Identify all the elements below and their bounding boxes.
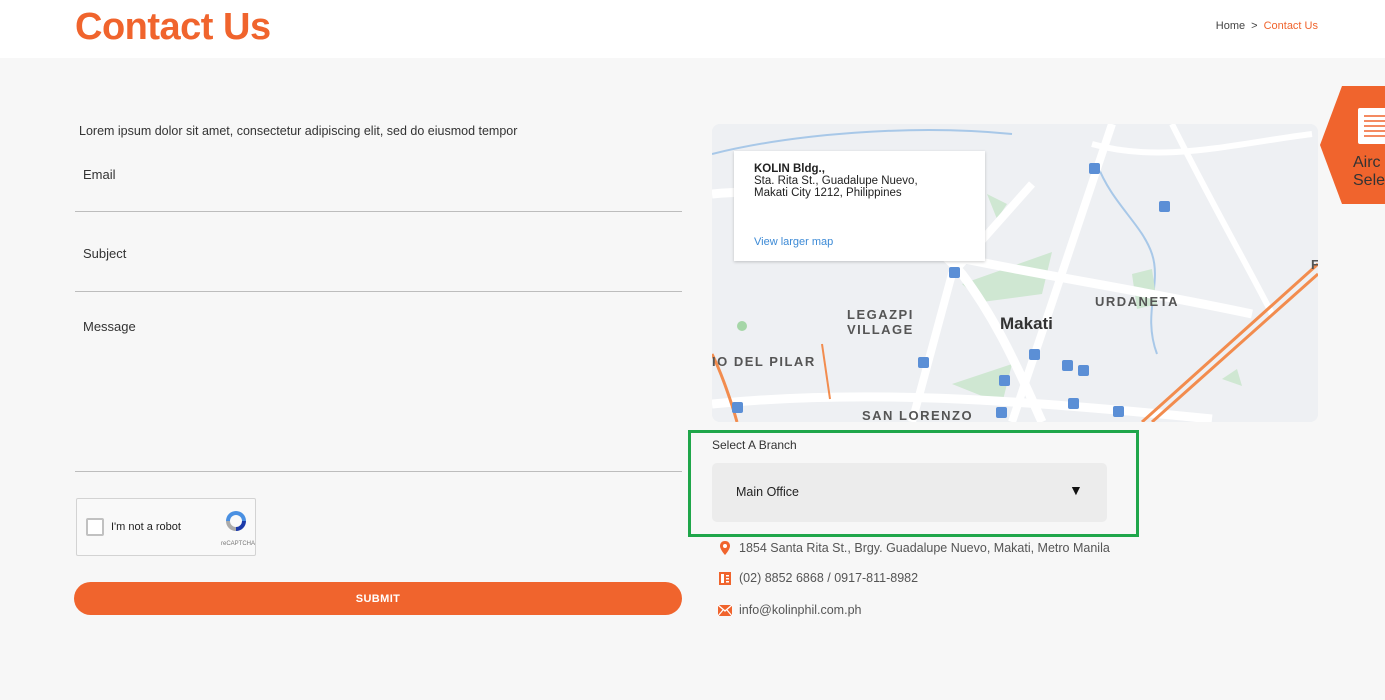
email-field[interactable]: Email <box>75 160 682 212</box>
recaptcha-widget: I'm not a robot reCAPTCHA <box>76 498 256 556</box>
map-label-legazpi: LEGAZPI VILLAGE <box>847 307 914 337</box>
page-title: Contact Us <box>75 6 271 48</box>
recaptcha-logo-icon <box>226 511 246 531</box>
breadcrumb-current: Contact Us <box>1263 20 1318 32</box>
location-pin-icon <box>720 541 730 555</box>
contact-address: 1854 Santa Rita St., Brgy. Guadalupe Nue… <box>717 540 1110 556</box>
contact-email-link[interactable]: info@kolinphil.com.ph <box>739 603 861 617</box>
contact-address-text: 1854 Santa Rita St., Brgy. Guadalupe Nue… <box>739 541 1110 555</box>
map-label-legazpi-line2: VILLAGE <box>847 322 914 337</box>
map-label-makati: Makati <box>1000 314 1053 333</box>
phone-icon <box>719 572 731 585</box>
map-label-edge: F <box>1311 257 1318 272</box>
contact-email: info@kolinphil.com.ph <box>717 602 861 618</box>
breadcrumb-home-link[interactable]: Home <box>1216 20 1245 32</box>
map-embed[interactable]: LEGAZPI VILLAGE Makati URDANETA IO DEL P… <box>712 124 1318 422</box>
breadcrumb-separator: > <box>1251 20 1258 32</box>
form-intro-text: Lorem ipsum dolor sit amet, consectetur … <box>79 124 518 138</box>
message-label: Message <box>83 319 136 334</box>
map-address-line2: Makati City 1212, Philippines <box>754 187 902 199</box>
contact-phone-text: (02) 8852 6868 / 0917-811-8982 <box>739 571 919 585</box>
aircon-selector-line1: Airc <box>1353 154 1381 171</box>
map-info-card: KOLIN Bldg., Sta. Rita St., Guadalupe Nu… <box>734 151 985 261</box>
view-larger-map-link[interactable]: View larger map <box>754 236 833 248</box>
email-label: Email <box>83 167 116 182</box>
contact-phone: (02) 8852 6868 / 0917-811-8982 <box>717 570 918 586</box>
aircon-selector-label[interactable]: Airc Selec <box>1353 154 1385 190</box>
page-header: Contact Us Home > Contact Us <box>0 0 1385 58</box>
subject-label: Subject <box>83 246 127 261</box>
recaptcha-label: I'm not a robot <box>111 521 181 533</box>
subject-field[interactable]: Subject <box>75 240 682 292</box>
map-place-name: KOLIN Bldg., <box>754 163 825 175</box>
map-label-legazpi-line1: LEGAZPI <box>847 307 914 322</box>
aircon-selector-line2: Selec <box>1353 172 1385 189</box>
message-field[interactable]: Message <box>75 310 682 472</box>
recaptcha-checkbox[interactable] <box>86 518 104 536</box>
map-label-san-lorenzo: SAN LORENZO <box>862 408 974 422</box>
branch-highlight-box <box>688 430 1139 537</box>
map-label-del-pilar: IO DEL PILAR <box>712 354 816 369</box>
submit-button[interactable]: SUBMIT <box>74 582 682 615</box>
mail-icon <box>717 604 733 617</box>
map-label-urdaneta: URDANETA <box>1095 294 1179 309</box>
map-address-line1: Sta. Rita St., Guadalupe Nuevo, <box>754 175 918 187</box>
breadcrumb: Home > Contact Us <box>1216 20 1318 32</box>
recaptcha-brand: reCAPTCHA <box>221 541 256 547</box>
